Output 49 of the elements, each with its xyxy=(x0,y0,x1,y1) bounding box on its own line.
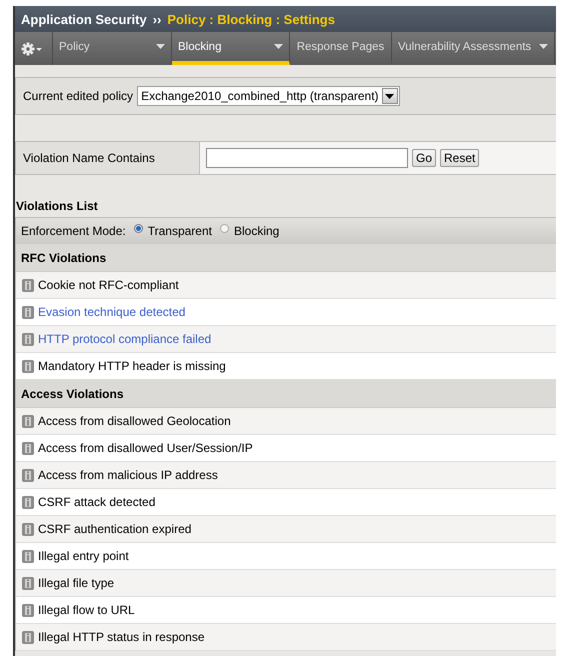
group-header: Access Violations xyxy=(16,380,556,408)
violation-name: CSRF authentication expired xyxy=(38,522,192,536)
settings-icon xyxy=(21,42,43,56)
policy-dropdown[interactable]: Exchange2010_combined_http (transparent) xyxy=(137,86,400,106)
info-icon[interactable] xyxy=(22,522,34,536)
violation-name: Illegal HTTP status in response xyxy=(38,630,205,644)
radio-button[interactable] xyxy=(220,224,229,233)
info-icon[interactable] xyxy=(22,278,34,292)
info-icon[interactable] xyxy=(22,496,34,508)
group-header: RFC Violations xyxy=(16,244,556,272)
policy-label: Current edited policy xyxy=(23,89,134,103)
violation-name: Mandatory HTTP header is missing xyxy=(38,359,226,373)
violation-name: Illegal entry point xyxy=(38,549,129,563)
breadcrumb-page: Policy : Blocking : Settings xyxy=(167,12,335,26)
mode-label: Enforcement Mode: xyxy=(21,224,126,238)
radio-button[interactable] xyxy=(134,224,143,233)
violation-name: Access from disallowed User/Session/IP xyxy=(38,441,253,455)
filter-button[interactable]: Go xyxy=(412,149,436,167)
info-icon[interactable] xyxy=(22,576,34,590)
filter-button[interactable]: Reset xyxy=(440,149,480,167)
info-icon[interactable] xyxy=(22,414,34,428)
tab[interactable]: Policy xyxy=(53,32,172,65)
filter-label: Violation Name Contains xyxy=(23,151,155,165)
breadcrumb-section: Application Security xyxy=(21,12,147,26)
info-icon[interactable] xyxy=(22,630,34,644)
radio-label: Transparent xyxy=(148,224,212,238)
info-icon[interactable] xyxy=(22,332,34,346)
violation-name: Access from malicious IP address xyxy=(38,468,218,482)
caret-icon xyxy=(385,94,394,98)
violation-name: Access from disallowed Geolocation xyxy=(38,414,231,428)
info-icon[interactable] xyxy=(22,550,34,562)
violation-name: Illegal flow to URL xyxy=(38,603,135,617)
search-field[interactable] xyxy=(206,148,408,168)
section-title: Violations List xyxy=(15,198,99,215)
violation-name: Illegal file type xyxy=(38,576,114,590)
info-icon[interactable] xyxy=(22,468,34,482)
tab[interactable]: Response Pages xyxy=(290,32,392,65)
info-icon[interactable] xyxy=(22,604,34,616)
tab[interactable]: Vulnerability Assessments xyxy=(392,32,555,65)
violation-name: Cookie not RFC-compliant xyxy=(38,278,179,292)
radio-label: Blocking xyxy=(234,224,280,238)
violation-link[interactable]: Evasion technique detected xyxy=(38,305,186,319)
info-icon[interactable] xyxy=(22,442,34,454)
info-icon[interactable] xyxy=(22,306,34,318)
violation-name: CSRF attack detected xyxy=(38,495,156,509)
info-icon[interactable] xyxy=(22,360,34,372)
violation-link[interactable]: HTTP protocol compliance failed xyxy=(38,332,212,346)
breadcrumb-separator: ›› xyxy=(152,12,162,26)
tab[interactable]: Blocking xyxy=(172,32,290,65)
